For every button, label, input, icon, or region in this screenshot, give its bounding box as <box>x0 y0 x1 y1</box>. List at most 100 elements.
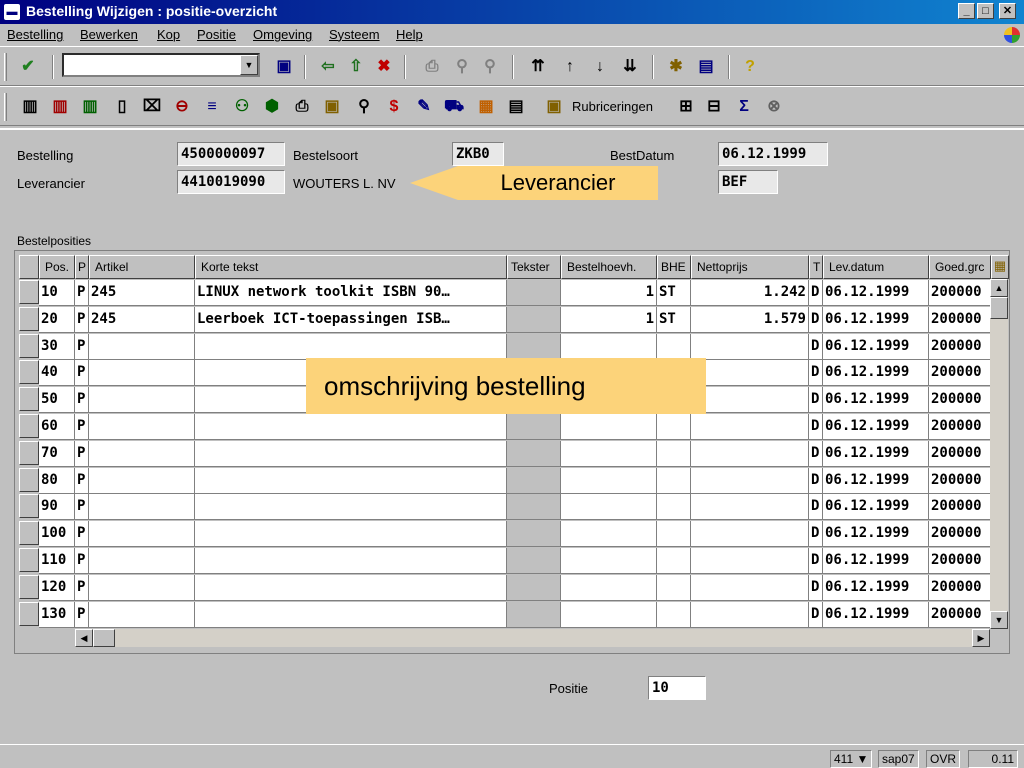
cell-tekster[interactable] <box>507 414 561 440</box>
cell-t[interactable]: D <box>809 467 823 494</box>
cell-goed[interactable]: 200000 <box>929 521 991 548</box>
cell-qty[interactable] <box>561 521 657 548</box>
cell-tekster[interactable] <box>507 601 561 628</box>
cell-p[interactable]: P <box>75 521 89 548</box>
select-all-header[interactable] <box>19 255 39 279</box>
cell-artikel[interactable] <box>89 574 195 601</box>
col-header-artikel[interactable]: Artikel <box>89 255 195 279</box>
cell-tekst[interactable]: Leerboek ICT-toepassingen ISB… <box>195 306 507 333</box>
cell-pos[interactable]: 70 <box>39 440 75 467</box>
menu-bewerken[interactable]: Bewerken <box>80 27 138 42</box>
row-select-button[interactable] <box>19 414 39 438</box>
cell-qty[interactable] <box>561 601 657 628</box>
cell-artikel[interactable]: 245 <box>89 280 195 306</box>
row-select-button[interactable] <box>19 387 39 412</box>
cell-pos[interactable]: 80 <box>39 467 75 494</box>
statistics-icon[interactable]: ▦ <box>476 97 496 117</box>
close-button[interactable]: ✕ <box>999 3 1016 19</box>
row-select-button[interactable] <box>19 548 39 572</box>
cell-qty[interactable] <box>561 333 657 360</box>
cell-tekster[interactable] <box>507 467 561 494</box>
bestelsoort-field[interactable]: ZKB0 <box>452 142 504 166</box>
cell-tekster[interactable] <box>507 574 561 601</box>
cell-t[interactable]: D <box>809 521 823 548</box>
cell-bhe[interactable] <box>657 548 691 574</box>
cell-goed[interactable]: 200000 <box>929 467 991 494</box>
cell-tekst[interactable] <box>195 414 507 440</box>
cell-goed[interactable]: 200000 <box>929 280 991 306</box>
row-select-button[interactable] <box>19 494 39 519</box>
cell-datum[interactable]: 06.12.1999 <box>823 548 929 574</box>
structure-icon[interactable]: ⊞ <box>676 97 696 117</box>
cell-tekst[interactable] <box>195 601 507 628</box>
cell-pos[interactable]: 90 <box>39 494 75 521</box>
cell-p[interactable]: P <box>75 467 89 494</box>
cell-artikel[interactable] <box>89 548 195 574</box>
save-icon[interactable]: ▣ <box>274 57 294 77</box>
col-header-bhe[interactable]: BHE <box>657 255 691 279</box>
cell-tekster[interactable] <box>507 548 561 574</box>
caret-down-icon[interactable]: ▼ <box>856 752 868 766</box>
exit-icon[interactable]: ⇧ <box>346 57 366 77</box>
minimize-button[interactable]: _ <box>958 3 975 19</box>
cell-goed[interactable]: 200000 <box>929 360 991 387</box>
cell-bhe[interactable]: ST <box>657 306 691 333</box>
col-header-goed-grc[interactable]: Goed.grc <box>929 255 991 279</box>
cell-datum[interactable]: 06.12.1999 <box>823 333 929 360</box>
partner-icon[interactable]: ⚇ <box>232 97 252 117</box>
sum-sigma-icon[interactable]: Σ <box>734 97 754 117</box>
cell-tekst[interactable]: LINUX network toolkit ISBN 90… <box>195 280 507 306</box>
cell-artikel[interactable] <box>89 521 195 548</box>
cell-tekst[interactable] <box>195 467 507 494</box>
cell-bhe[interactable]: ST <box>657 280 691 306</box>
cell-bhe[interactable] <box>657 494 691 521</box>
find-icon[interactable]: ⚲ <box>452 57 472 77</box>
scroll-up-icon[interactable]: ▲ <box>990 279 1008 297</box>
scroll-thumb[interactable] <box>990 297 1008 319</box>
create-session-icon[interactable]: ✱ <box>666 57 686 77</box>
sap-app-icon[interactable]: ▬ <box>4 4 20 20</box>
layout-icon[interactable]: ⊟ <box>704 97 724 117</box>
print-preview-icon[interactable]: ⎙ <box>292 97 312 117</box>
cell-bhe[interactable] <box>657 574 691 601</box>
bestelling-field[interactable]: 4500000097 <box>177 142 285 166</box>
cell-artikel[interactable] <box>89 601 195 628</box>
cell-pos[interactable]: 20 <box>39 306 75 333</box>
services-icon[interactable]: ⬢ <box>262 97 282 117</box>
row-select-button[interactable] <box>19 574 39 599</box>
next-page-icon[interactable]: ↓ <box>590 57 610 77</box>
cell-prijs[interactable] <box>691 333 809 360</box>
cell-qty[interactable]: 1 <box>561 306 657 333</box>
scroll-right-icon[interactable]: ▶ <box>972 629 990 647</box>
cell-artikel[interactable] <box>89 387 195 414</box>
cell-artikel[interactable] <box>89 494 195 521</box>
search-icon[interactable]: ⚲ <box>354 97 374 117</box>
cell-pos[interactable]: 110 <box>39 548 75 574</box>
delivery-truck-icon[interactable]: ⛟ <box>444 97 464 117</box>
cell-artikel[interactable]: 245 <box>89 306 195 333</box>
cell-datum[interactable]: 06.12.1999 <box>823 414 929 440</box>
cell-pos[interactable]: 40 <box>39 360 75 387</box>
cell-goed[interactable]: 200000 <box>929 333 991 360</box>
edit-document-icon[interactable]: ✎ <box>414 97 434 117</box>
currency-field[interactable]: BEF <box>718 170 778 194</box>
cell-artikel[interactable] <box>89 467 195 494</box>
cell-t[interactable]: D <box>809 387 823 414</box>
cell-tekst[interactable] <box>195 521 507 548</box>
cancel-circle-icon[interactable]: ⊗ <box>764 97 784 117</box>
cell-qty[interactable] <box>561 414 657 440</box>
cell-prijs[interactable] <box>691 548 809 574</box>
cell-bhe[interactable] <box>657 440 691 467</box>
cell-prijs[interactable] <box>691 601 809 628</box>
cell-goed[interactable]: 200000 <box>929 306 991 333</box>
col-header-pos[interactable]: Pos. <box>39 255 75 279</box>
row-select-button[interactable] <box>19 360 39 385</box>
cell-prijs[interactable] <box>691 360 809 387</box>
menu-omgeving[interactable]: Omgeving <box>253 27 312 42</box>
cell-t[interactable]: D <box>809 280 823 306</box>
leverancier-field[interactable]: 4410019090 <box>177 170 285 194</box>
cell-prijs[interactable] <box>691 494 809 521</box>
cell-datum[interactable]: 06.12.1999 <box>823 574 929 601</box>
positie-input[interactable]: 10 <box>648 676 706 700</box>
cell-goed[interactable]: 200000 <box>929 601 991 628</box>
